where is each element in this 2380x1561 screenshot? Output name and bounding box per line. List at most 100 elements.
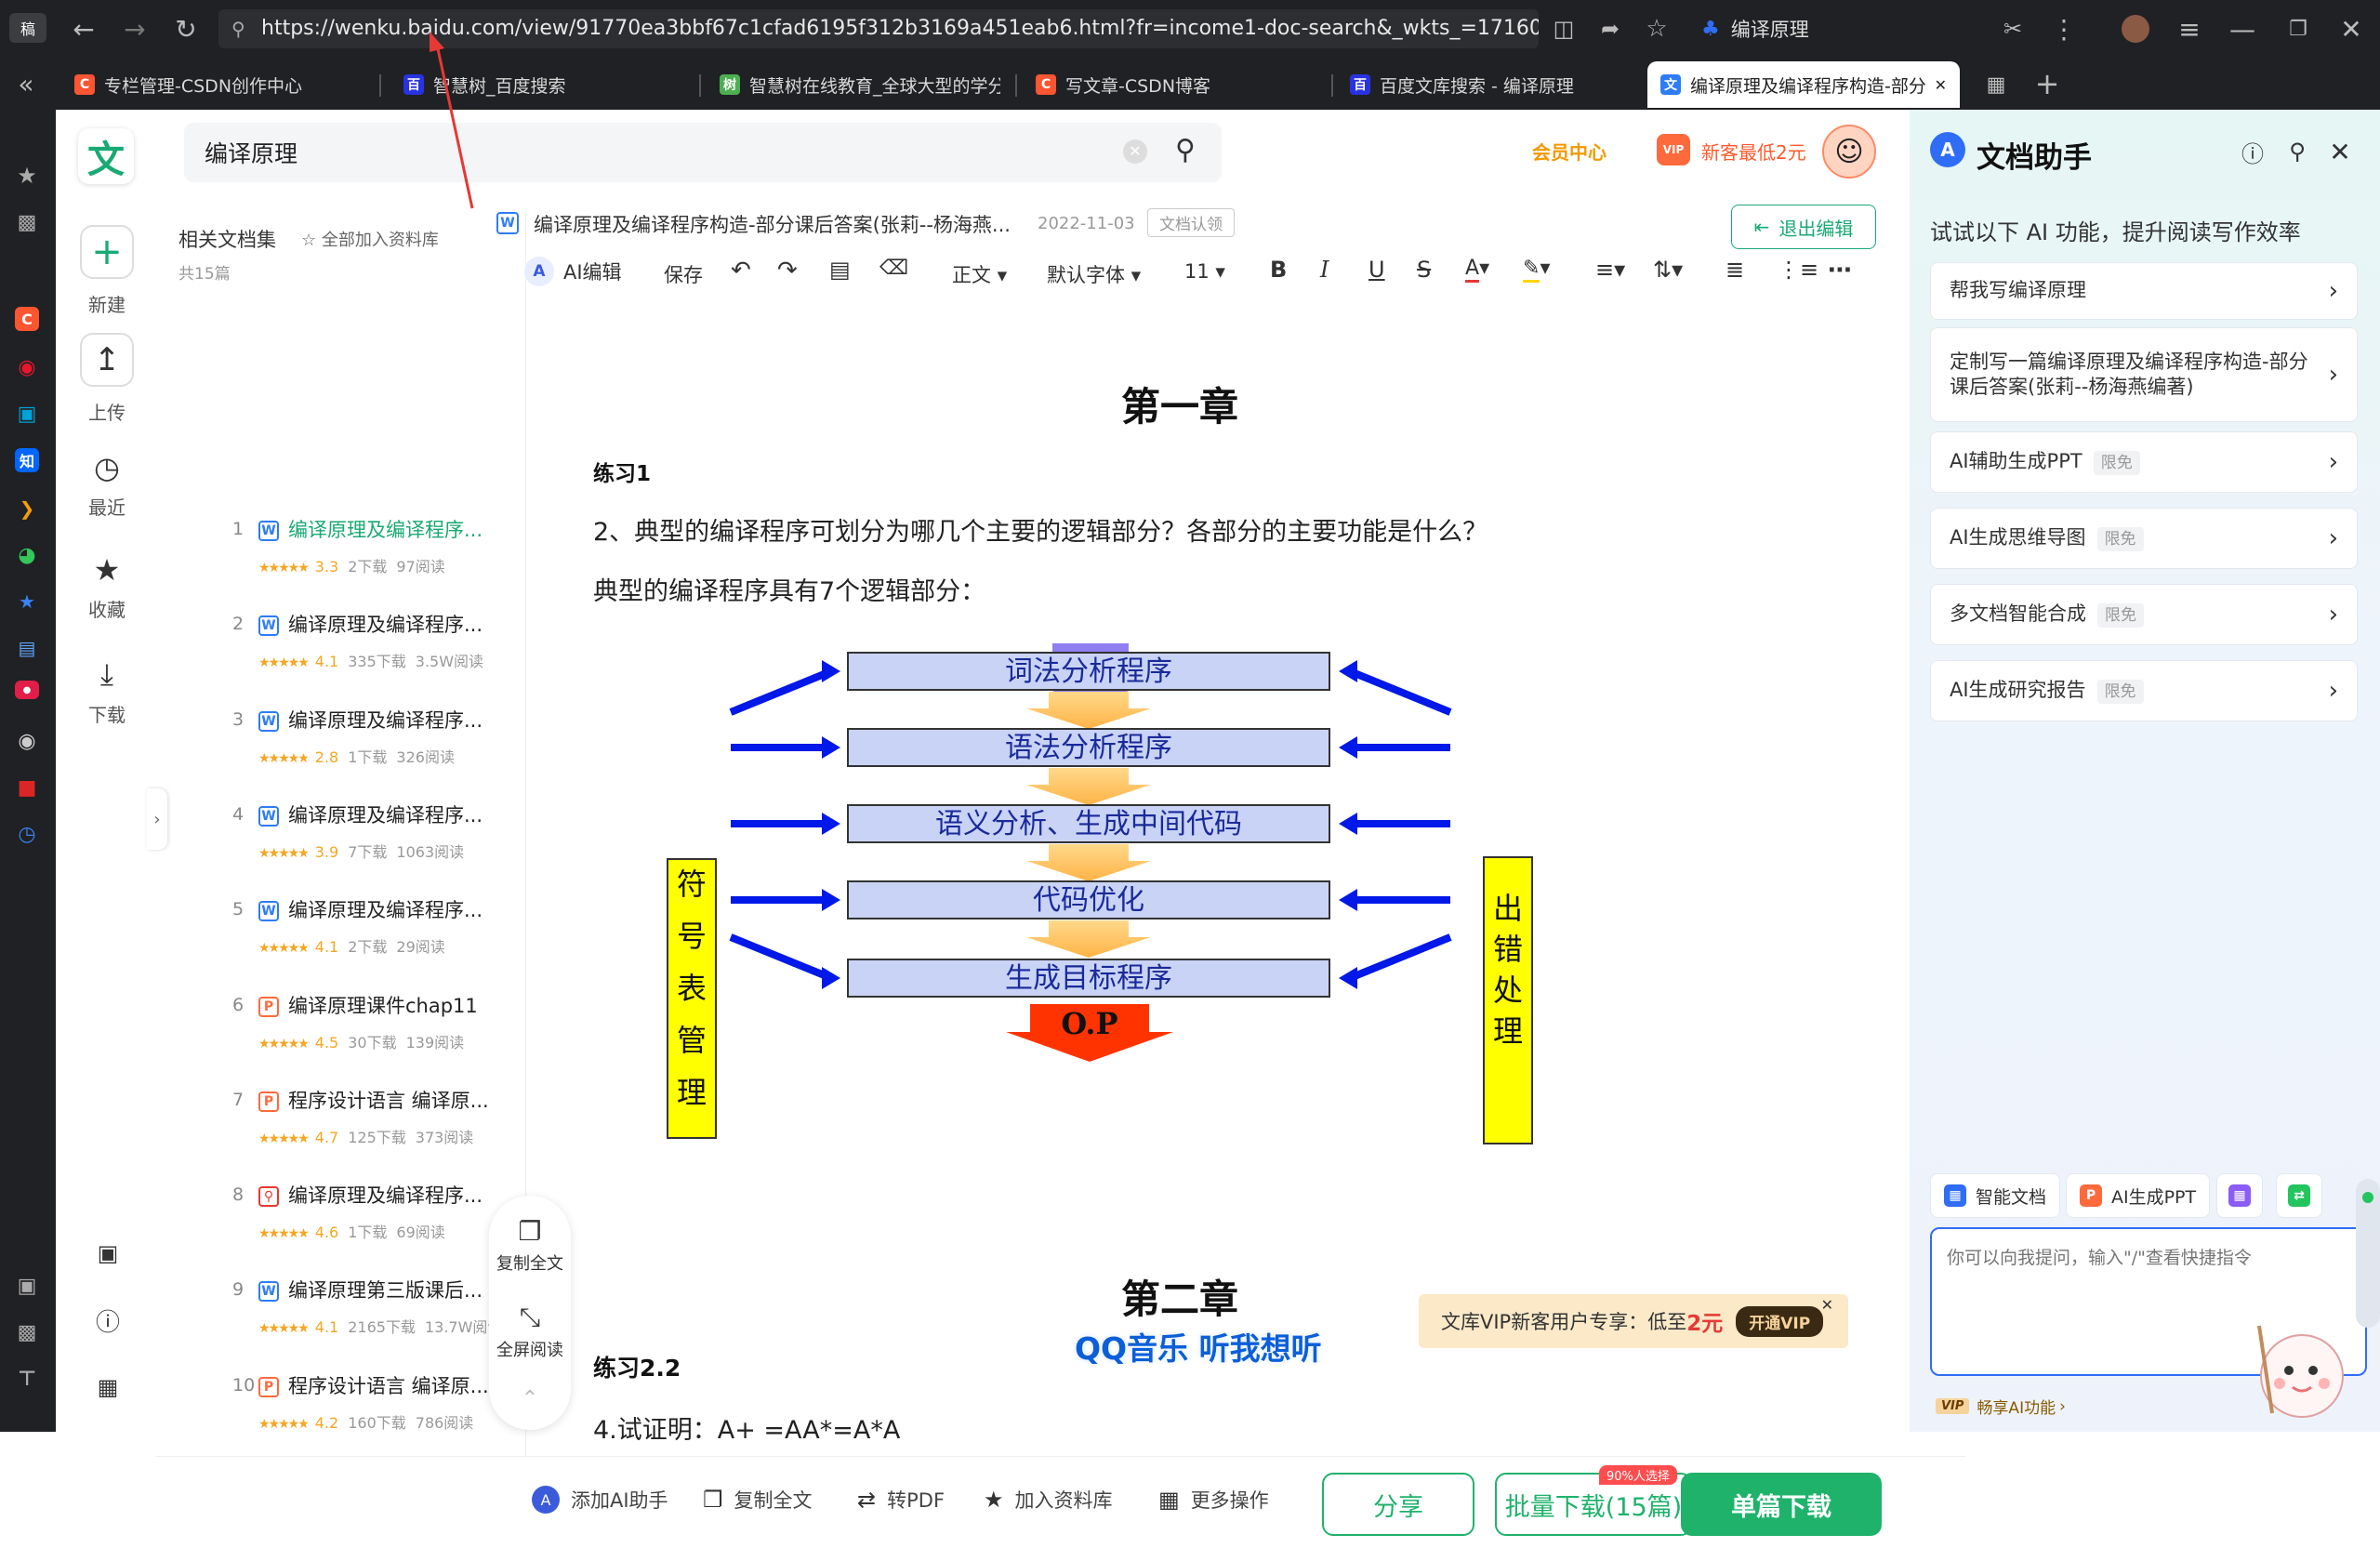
- green-tool-chip[interactable]: ⇄: [2276, 1173, 2322, 1218]
- help-icon[interactable]: ⓘ: [91, 1303, 125, 1337]
- assistant-help-icon[interactable]: ⓘ: [2237, 136, 2268, 167]
- back-icon[interactable]: ←: [65, 13, 102, 45]
- ai-feature-item[interactable]: AI生成思维导图 限免 ›: [1930, 508, 2358, 569]
- dock-blue-app-icon[interactable]: ★: [13, 588, 41, 615]
- assistant-footer[interactable]: VIP 畅享AI功能 ›: [1936, 1395, 2066, 1418]
- tab-group-icon[interactable]: ▦: [1980, 69, 2012, 100]
- copy-all-tool[interactable]: ❐ 复制全文: [489, 1216, 571, 1275]
- doc-list-item[interactable]: 6 P 编译原理课件chap11 ★★★★★ 4.5 30下载 139阅读: [232, 991, 567, 1086]
- underline-icon[interactable]: U: [1368, 257, 1385, 283]
- ordered-list-icon[interactable]: ≣: [1726, 257, 1744, 283]
- tab-5[interactable]: 百百度文库搜索 - 编译原理: [1337, 61, 1640, 108]
- dock-clock-icon[interactable]: ◷: [13, 820, 41, 848]
- dock-bag-icon[interactable]: ▣: [13, 1272, 41, 1300]
- ai-feature-item[interactable]: AI辅助生成PPT 限免 ›: [1930, 431, 2358, 493]
- line-spacing-icon[interactable]: ⇅▾: [1653, 257, 1683, 283]
- ai-edit-button[interactable]: A AI编辑: [524, 257, 622, 286]
- ai-feature-item[interactable]: 多文档智能合成 限免 ›: [1930, 584, 2358, 645]
- open-vip-button[interactable]: 开通VIP: [1736, 1305, 1824, 1337]
- undo-icon[interactable]: ↶: [731, 257, 751, 284]
- dock-weibo-icon[interactable]: ◉: [13, 353, 41, 381]
- rail-download[interactable]: ⤓ 下载: [56, 656, 158, 727]
- add-all-link[interactable]: ☆ 全部加入资料库: [301, 227, 439, 251]
- ai-feature-item[interactable]: AI生成研究报告 限免 ›: [1930, 660, 2358, 721]
- add-ai-helper-button[interactable]: A 添加AI助手: [532, 1486, 668, 1514]
- dock-briefcase-icon[interactable]: ▩: [13, 1318, 41, 1346]
- style-select[interactable]: 正文 ▾: [952, 260, 1007, 288]
- monitor-icon[interactable]: ▦: [91, 1370, 125, 1404]
- font-color-icon[interactable]: A▾: [1465, 257, 1489, 283]
- assistant-pin-icon[interactable]: ⚲: [2281, 136, 2313, 167]
- size-select[interactable]: 11 ▾: [1184, 260, 1225, 283]
- hamburger-icon[interactable]: ≡: [2174, 13, 2205, 45]
- user-avatar[interactable]: ☺: [1822, 125, 1876, 179]
- copy-all-button[interactable]: ❐ 复制全文: [703, 1486, 813, 1514]
- search-icon[interactable]: ⚲: [1175, 134, 1196, 166]
- doc-list-item[interactable]: 3 W 编译原理及编译程序... ★★★★★ 2.8 1下载 326阅读: [232, 706, 567, 800]
- rail-upload[interactable]: ↥ 上传: [56, 333, 158, 425]
- redo-icon[interactable]: ↷: [777, 257, 798, 284]
- doc-claim-badge[interactable]: 文档认领: [1147, 208, 1235, 237]
- bold-icon[interactable]: B: [1270, 257, 1287, 283]
- dock-csdn-icon[interactable]: C: [15, 307, 39, 331]
- single-download-button[interactable]: 单篇下载: [1681, 1473, 1882, 1536]
- font-select[interactable]: 默认字体 ▾: [1047, 260, 1141, 288]
- doc-list-item[interactable]: 4 W 编译原理及编译程序... ★★★★★ 3.9 7下载 1063阅读: [232, 800, 567, 895]
- bullet-list-icon[interactable]: ⋮≡: [1778, 257, 1818, 283]
- format-painter-icon[interactable]: ▤: [829, 257, 851, 283]
- browser-logo[interactable]: 稿: [9, 13, 46, 43]
- dock-github-icon[interactable]: ◉: [13, 727, 41, 755]
- member-center-link[interactable]: 会员中心: [1532, 138, 1606, 165]
- ai-ppt-chip[interactable]: P AI生成PPT: [2066, 1173, 2211, 1218]
- dock-red2-icon[interactable]: ■: [13, 774, 41, 801]
- dock-folder-icon[interactable]: ▩: [13, 208, 41, 236]
- restore-icon[interactable]: ❐: [2282, 13, 2314, 45]
- scroll-top-icon[interactable]: ⌃: [489, 1387, 571, 1410]
- exit-edit-button[interactable]: ⇤ 退出编辑: [1731, 205, 1876, 249]
- dock-juejin-icon[interactable]: ❯: [13, 495, 41, 523]
- highlight-icon[interactable]: ✎▾: [1523, 257, 1550, 283]
- to-pdf-button[interactable]: ⇄ 转PDF: [857, 1486, 945, 1514]
- new-tab-icon[interactable]: +: [2031, 66, 2063, 101]
- search-box[interactable]: ✕ ⚲: [184, 123, 1222, 182]
- dock-star-icon[interactable]: ★: [13, 162, 41, 190]
- search-input[interactable]: [205, 134, 1041, 171]
- dock-bilibili-icon[interactable]: ▣: [13, 400, 41, 428]
- strikethrough-icon[interactable]: S: [1417, 257, 1431, 283]
- tab-close-icon[interactable]: ✕: [1935, 76, 1947, 94]
- profile-avatar[interactable]: [2122, 15, 2149, 43]
- dock-green-icon[interactable]: ◕: [13, 541, 41, 569]
- search-engine-selector[interactable]: ♣ 编译原理: [1701, 13, 1809, 45]
- tab-6[interactable]: 文编译原理及编译程序构造-部分 ✕: [1647, 61, 1960, 108]
- dock-zhihu-icon[interactable]: 知: [15, 448, 39, 472]
- mindmap-chip[interactable]: ▦: [2216, 1173, 2263, 1218]
- menu-dots-icon[interactable]: ⋮: [2050, 13, 2078, 45]
- collapse-handle[interactable]: ›: [147, 788, 167, 850]
- minimize-icon[interactable]: —: [2227, 13, 2258, 45]
- reload-icon[interactable]: ↻: [167, 13, 205, 45]
- rail-favorite[interactable]: ★ 收藏: [56, 552, 158, 622]
- tab-3[interactable]: 树智慧树在线教育_全球大型的学分: [707, 61, 1013, 108]
- tab-4[interactable]: C 写文章-CSDN博客: [1023, 61, 1329, 108]
- close-window-icon[interactable]: ✕: [2335, 13, 2367, 45]
- share-button[interactable]: 分享: [1322, 1473, 1474, 1536]
- bookmark-star-icon[interactable]: ☆: [1641, 13, 1673, 45]
- tab-list-icon[interactable]: «: [9, 67, 43, 100]
- dock-pin-icon[interactable]: ⊤: [13, 1365, 41, 1393]
- scissors-icon[interactable]: ✂: [1994, 13, 2031, 45]
- save-button[interactable]: 保存: [664, 260, 703, 288]
- doc-list-item[interactable]: 2 W 编译原理及编译程序... ★★★★★ 4.1 335下载 3.5W阅读: [232, 610, 567, 705]
- doc-list-item[interactable]: 7 P 程序设计语言 编译原... ★★★★★ 4.7 125下载 373阅读: [232, 1086, 567, 1181]
- vip-promo-link[interactable]: 新客最低2元: [1701, 138, 1806, 165]
- smart-doc-chip[interactable]: ▦ 智能文档: [1930, 1173, 2061, 1218]
- ai-feature-item[interactable]: 帮我写编译原理 ›: [1930, 262, 2358, 320]
- dock-image-icon[interactable]: ▤: [13, 634, 41, 662]
- wenku-logo[interactable]: 文: [78, 128, 134, 184]
- fullscreen-tool[interactable]: ⤡ 全屏阅读: [489, 1302, 571, 1361]
- align-icon[interactable]: ≡▾: [1595, 257, 1625, 283]
- banner-close-icon[interactable]: ✕: [1821, 1296, 1833, 1314]
- scroll-widget[interactable]: [2356, 1179, 2380, 1328]
- forward-icon[interactable]: →: [116, 13, 153, 45]
- reader-icon[interactable]: ◫: [1548, 13, 1580, 45]
- vip-banner[interactable]: 文库VIP新客用户专享：低至 2元 开通VIP ✕: [1419, 1294, 1848, 1348]
